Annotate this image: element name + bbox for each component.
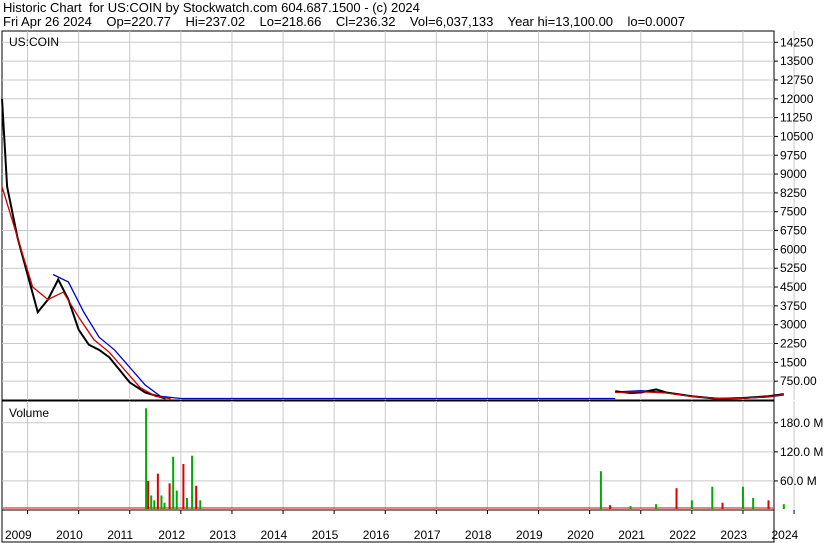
price-tick-label: 9000 xyxy=(780,167,807,181)
volume-tick-label: 120.0 M xyxy=(780,445,823,459)
price-tick-label: 13500 xyxy=(780,54,814,68)
year-tick-label: 2022 xyxy=(669,528,696,542)
volume-tick-label: 60.0 M xyxy=(780,474,817,488)
price-tick-label: 1500 xyxy=(780,355,807,369)
price-tick-label: 3750 xyxy=(780,299,807,313)
stock-chart: 750.00 1500 2250 3000 3750 4500 5250 6000 6750 75… xyxy=(1,30,823,543)
price-tick-label: 750.00 xyxy=(780,374,817,388)
volume-bar xyxy=(168,483,171,509)
year-tick-label: 2018 xyxy=(465,528,492,542)
year-tick-label: 2015 xyxy=(312,528,339,542)
volume-panel xyxy=(1,400,775,511)
volume-bar xyxy=(172,456,175,509)
volume-bar xyxy=(175,490,178,509)
year-tick-label: 2011 xyxy=(107,528,133,542)
year-tick-label: 2017 xyxy=(414,528,441,542)
volume-panel-label: Volume xyxy=(9,406,49,420)
price-tick-label: 5250 xyxy=(780,261,807,275)
year-tick-label: 2014 xyxy=(261,528,288,542)
volume-bar xyxy=(147,480,150,509)
volume-bar xyxy=(150,495,153,509)
volume-bar xyxy=(145,408,148,509)
price-tick-label: 10500 xyxy=(780,129,814,143)
volume-bar xyxy=(629,506,632,509)
volume-tick-label: 180.0 M xyxy=(780,416,823,430)
volume-bar xyxy=(767,500,770,509)
price-tick-label: 2250 xyxy=(780,337,807,351)
year-tick-label: 2009 xyxy=(5,528,32,542)
price-tick-label: 14250 xyxy=(780,35,814,49)
volume-bar xyxy=(195,485,198,509)
volume-bar xyxy=(711,486,714,509)
volume-bar xyxy=(182,463,185,509)
volume-bar xyxy=(599,471,602,509)
volume-bar xyxy=(199,500,202,509)
year-tick-label: 2013 xyxy=(209,528,236,542)
year-tick-label: 2021 xyxy=(618,528,645,542)
volume-bar xyxy=(782,504,785,509)
price-tick-label: 6750 xyxy=(780,224,807,238)
price-tick-label: 11250 xyxy=(780,111,813,125)
price-tick-label: 6000 xyxy=(780,242,807,256)
price-tick-label: 7500 xyxy=(780,205,807,219)
year-tick-label: 2024 xyxy=(772,528,799,542)
year-tick-label: 2016 xyxy=(363,528,390,542)
price-tick-label: 8250 xyxy=(780,186,807,200)
volume-bar xyxy=(609,505,612,509)
price-tick-label: 12000 xyxy=(780,92,814,106)
volume-bar xyxy=(185,497,188,509)
volume-bar xyxy=(163,502,166,509)
volume-bar xyxy=(721,502,724,509)
volume-bar xyxy=(153,500,156,509)
price-tick-label: 4500 xyxy=(780,280,807,294)
year-tick-label: 2012 xyxy=(158,528,185,542)
year-tick-label: 2010 xyxy=(56,528,83,542)
volume-bar xyxy=(741,486,744,509)
volume-bar xyxy=(156,473,159,509)
price-panel-label: US:COIN xyxy=(9,35,59,49)
price-tick-label: 12750 xyxy=(780,73,814,87)
volume-bar xyxy=(690,500,693,509)
volume-bar xyxy=(675,488,678,509)
price-panel xyxy=(1,30,775,401)
volume-bar xyxy=(655,504,658,509)
price-tick-label: 9750 xyxy=(780,148,807,162)
price-tick-label: 3000 xyxy=(780,318,807,332)
volume-bar xyxy=(160,495,163,509)
year-tick-label: 2023 xyxy=(720,528,747,542)
volume-bar xyxy=(191,455,194,509)
volume-bar xyxy=(752,497,755,509)
year-tick-label: 2019 xyxy=(516,528,543,542)
year-tick-label: 2020 xyxy=(567,528,594,542)
